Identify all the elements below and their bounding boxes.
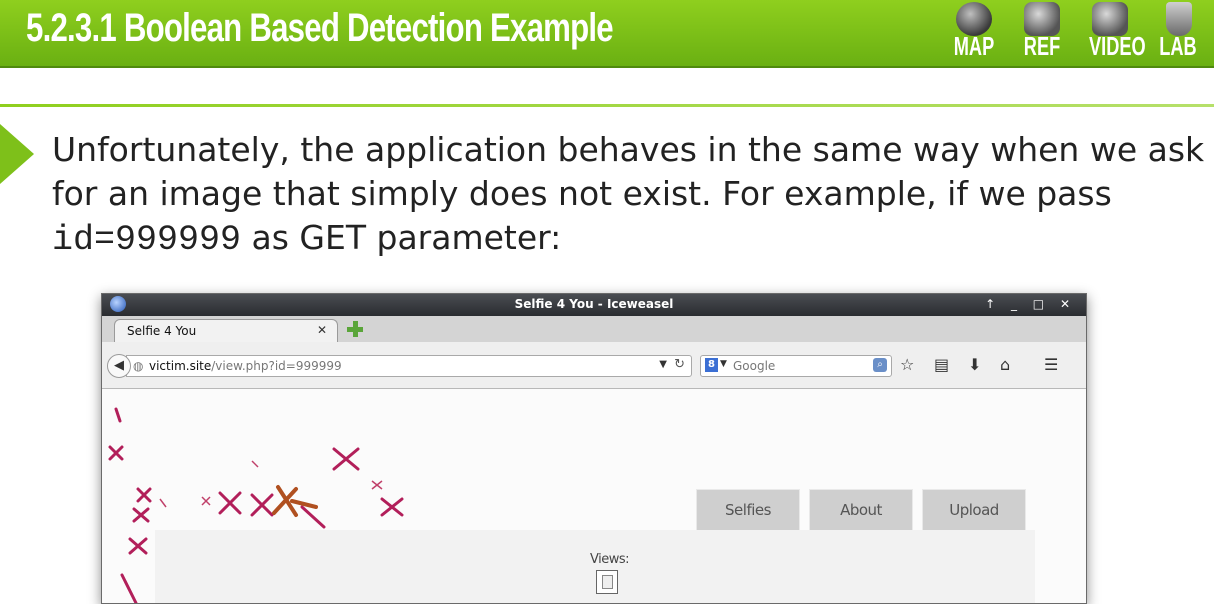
menu-icon[interactable]: ☰ [1044, 355, 1058, 374]
url-text[interactable]: victim.site/view.php?id=999999 [149, 359, 342, 373]
video-label: VIDEO [1089, 31, 1146, 61]
url-bar[interactable]: ◍ victim.site/view.php?id=999999 ▼ ↻ [126, 355, 692, 377]
window-title: Selfie 4 You - Iceweasel [514, 297, 674, 311]
dropdown-arrow-icon[interactable]: ▼ [659, 359, 667, 370]
menu-upload-button[interactable]: Upload [922, 489, 1026, 531]
back-arrow-icon: ◀ [114, 358, 124, 373]
map-label: MAP [953, 31, 995, 61]
browser-tab[interactable]: Selfie 4 You ✕ [114, 319, 338, 343]
search-bar[interactable]: 8 ▼ Google ⌕ [700, 355, 892, 377]
new-tab-plus-icon[interactable] [346, 320, 364, 338]
menu-about-button[interactable]: About [809, 489, 913, 531]
back-button[interactable]: ◀ [107, 354, 131, 378]
slide-paragraph: Unfortunately, the application behaves i… [52, 128, 1212, 262]
paragraph-code: id=999999 [52, 220, 242, 260]
globe-icon: ◍ [133, 359, 144, 373]
url-path: /view.php?id=999999 [211, 359, 342, 373]
header-divider [0, 104, 1214, 107]
tab-strip: Selfie 4 You ✕ [102, 316, 1086, 343]
ref-nav-button[interactable]: REF [1012, 0, 1072, 64]
url-host: victim.site [149, 359, 212, 373]
map-nav-button[interactable]: MAP [944, 0, 1004, 64]
browser-window: Selfie 4 You - Iceweasel ↑ _ □ ✕ Selfie … [101, 293, 1087, 604]
menu-selfies-button[interactable]: Selfies [696, 489, 800, 531]
lab-label: LAB [1159, 31, 1197, 61]
clipboard-icon[interactable]: ▤ [934, 355, 949, 374]
google-logo-icon[interactable]: 8 [705, 358, 718, 372]
slide-header: 5.2.3.1 Boolean Based Detection Example … [0, 0, 1214, 68]
window-controls[interactable]: ↑ _ □ ✕ [985, 297, 1076, 311]
views-label: Views: [590, 552, 630, 567]
window-titlebar: Selfie 4 You - Iceweasel ↑ _ □ ✕ [102, 294, 1086, 316]
slide-title: 5.2.3.1 Boolean Based Detection Example [26, 6, 614, 50]
content-panel [155, 530, 1035, 603]
navigation-toolbar: ◍ victim.site/view.php?id=999999 ▼ ↻ ◀ 8… [102, 342, 1086, 389]
video-nav-button[interactable]: VIDEO [1080, 0, 1146, 64]
star-icon[interactable]: ☆ [900, 355, 914, 374]
search-go-icon[interactable]: ⌕ [873, 358, 887, 372]
home-icon[interactable]: ⌂ [1000, 355, 1010, 374]
reload-icon[interactable]: ↻ [674, 357, 685, 372]
search-placeholder: Google [733, 359, 776, 373]
paragraph-text-2: as GET parameter: [241, 218, 562, 257]
lab-nav-button[interactable]: LAB [1148, 0, 1208, 64]
slide-nav: MAP REF VIDEO LAB [924, 0, 1214, 66]
bullet-arrow-icon [0, 124, 34, 184]
engine-dropdown-icon[interactable]: ▼ [720, 359, 727, 369]
tab-title: Selfie 4 You [127, 324, 197, 338]
paragraph-text-1: Unfortunately, the application behaves i… [52, 130, 1205, 213]
download-icon[interactable]: ⬇ [968, 355, 981, 374]
ref-label: REF [1023, 31, 1061, 61]
close-icon[interactable]: ✕ [317, 323, 327, 337]
broken-image-icon [596, 570, 618, 594]
